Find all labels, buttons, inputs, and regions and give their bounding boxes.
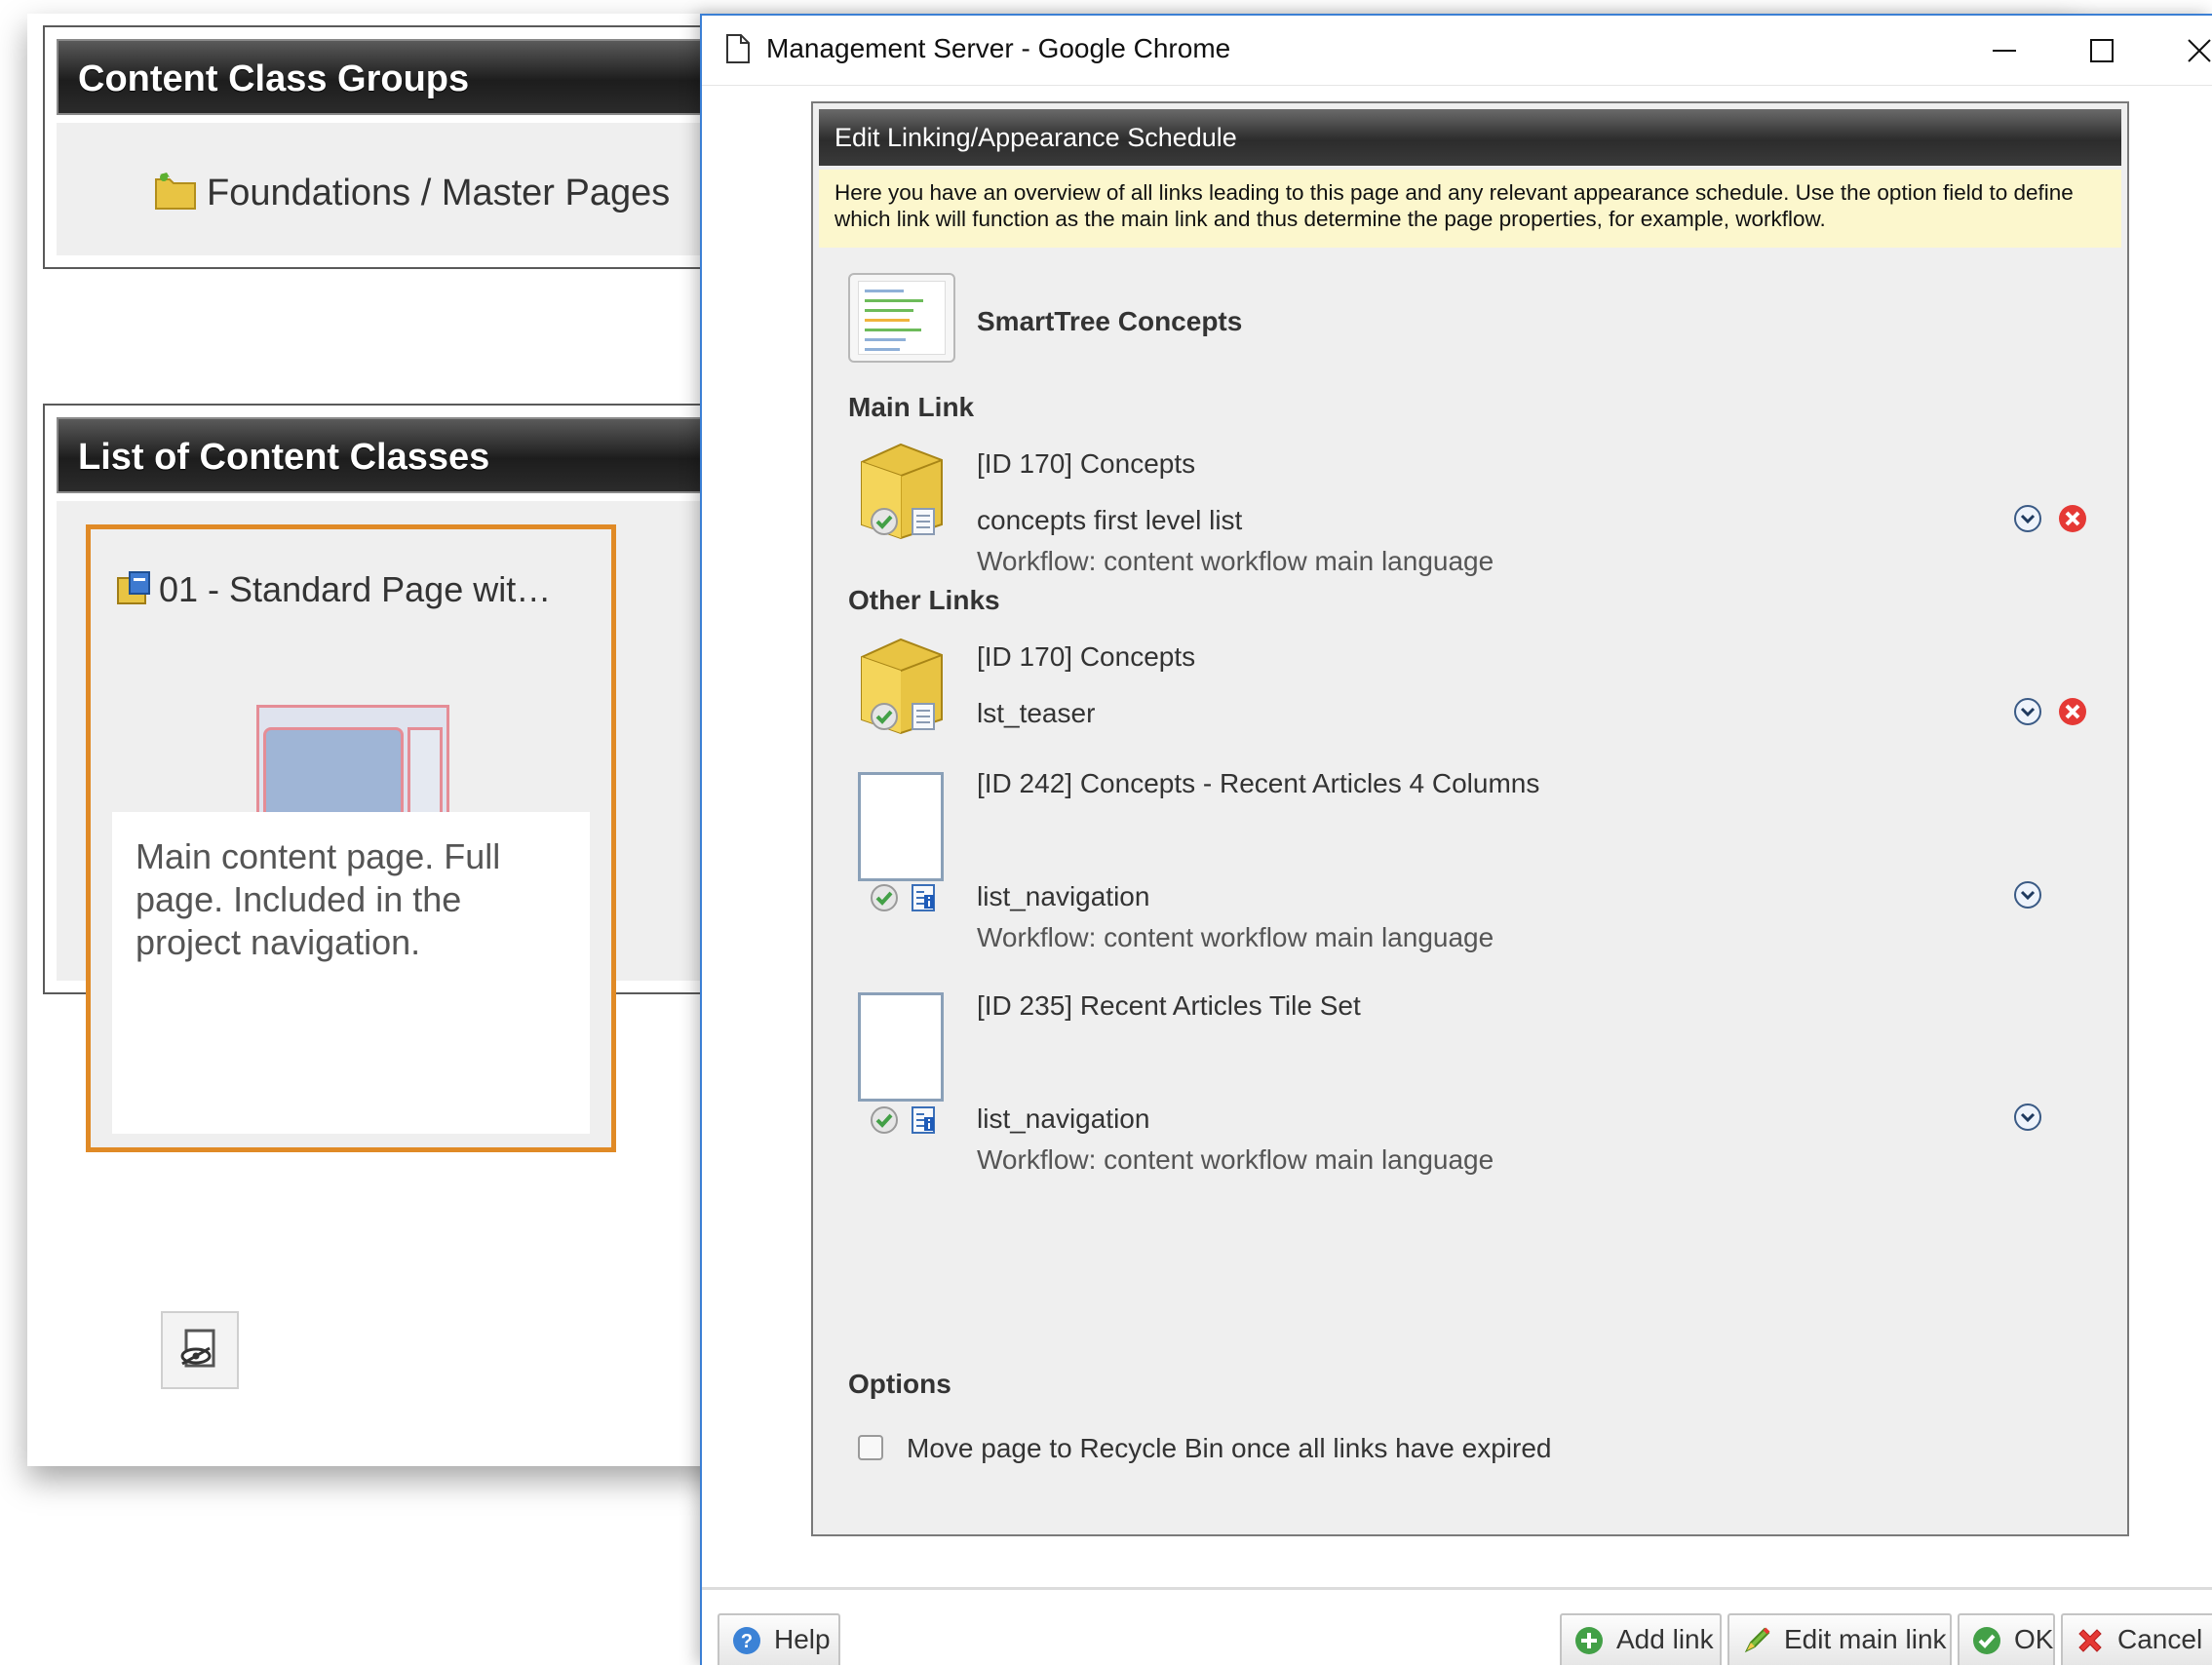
main-link-title: Main Link [848, 392, 975, 422]
recycle-bin-checkbox[interactable] [858, 1435, 883, 1460]
content-class-title-text: 01 - Standard Page wit… [159, 569, 552, 609]
svg-text:?: ? [741, 1631, 753, 1652]
main-link-workflow: Workflow: content workflow main language [977, 546, 1494, 576]
other-link-name: list_navigation [977, 881, 1150, 911]
other-link-workflow: Workflow: content workflow main language [977, 922, 1494, 952]
add-icon [1575, 1627, 1603, 1654]
edit-linking-dialog: Edit Linking/Appearance Schedule Here yo… [811, 101, 2129, 1536]
status-ok-icon [871, 884, 898, 911]
preview-button[interactable] [161, 1311, 239, 1389]
maximize-button[interactable] [2053, 16, 2151, 86]
options-title: Options [848, 1369, 951, 1399]
page-thumbnail-icon [848, 273, 955, 363]
empty-page-icon [858, 772, 944, 881]
status-ok-icon [871, 703, 898, 730]
cancel-button[interactable]: Cancel [2061, 1613, 2212, 1665]
preview-icon [180, 1329, 215, 1368]
ok-label: OK [2014, 1624, 2054, 1654]
main-link-name: concepts first level list [977, 505, 1243, 535]
list-icon [912, 703, 935, 730]
add-link-button[interactable]: Add link [1560, 1613, 1722, 1665]
window-titlebar[interactable]: Management Server - Google Chrome [702, 16, 2212, 86]
window-title: Management Server - Google Chrome [766, 33, 1231, 63]
recycle-bin-label: Move page to Recycle Bin once all links … [907, 1433, 1552, 1463]
expand-icon[interactable] [2012, 696, 2043, 727]
close-button[interactable] [2151, 16, 2212, 86]
dialog-header: Edit Linking/Appearance Schedule [819, 109, 2121, 166]
content-class-card[interactable]: 01 - Standard Page wit… Main content pag… [86, 524, 616, 1389]
delete-icon[interactable] [2057, 503, 2088, 534]
expand-icon[interactable] [2012, 503, 2043, 534]
minimize-button[interactable] [1956, 16, 2053, 86]
content-class-description: Main content page. Full page. Included i… [136, 836, 501, 962]
minimize-icon [1993, 50, 2016, 52]
info-bar: Here you have an overview of all links l… [819, 170, 2121, 248]
status-ok-icon [871, 1106, 898, 1134]
expand-icon[interactable] [2012, 879, 2043, 910]
folder-icon [155, 173, 196, 210]
list-info-icon [912, 884, 935, 911]
expand-icon[interactable] [2012, 1102, 2043, 1133]
group-item-label: Foundations / Master Pages [207, 173, 671, 213]
other-links-title: Other Links [848, 585, 1000, 615]
ok-button[interactable]: OK [1958, 1613, 2055, 1665]
help-icon: ? [733, 1627, 760, 1654]
other-link-workflow: Workflow: content workflow main language [977, 1144, 1494, 1175]
other-link-name: list_navigation [977, 1104, 1150, 1134]
close-icon [2188, 39, 2211, 62]
chrome-popup-window: Management Server - Google Chrome Edit L… [700, 14, 2212, 1665]
pencil-icon [1744, 1627, 1770, 1653]
group-item-foundations[interactable]: Foundations / Master Pages [154, 172, 670, 214]
page-icon [726, 34, 750, 63]
help-button[interactable]: ? Help [718, 1613, 840, 1665]
edit-main-link-button[interactable]: Edit main link [1727, 1613, 1952, 1665]
cancel-label: Cancel [2117, 1624, 2203, 1654]
list-info-icon [912, 1106, 935, 1134]
other-link-name: lst_teaser [977, 698, 1096, 728]
other-link-target: [ID 170] Concepts [977, 641, 1196, 672]
content-class-icon [117, 571, 150, 604]
dialog-footer: ? Help Add link Edit main link OK Cancel [702, 1587, 2212, 1665]
main-link-target: [ID 170] Concepts [977, 448, 1196, 479]
other-link-target: [ID 242] Concepts - Recent Articles 4 Co… [977, 768, 1540, 798]
other-link-target: [ID 235] Recent Articles Tile Set [977, 990, 1361, 1021]
edit-main-link-label: Edit main link [1784, 1624, 1947, 1654]
page-title: SmartTree Concepts [977, 306, 1243, 336]
delete-icon[interactable] [2057, 696, 2088, 727]
content-class-description-box: Main content page. Full page. Included i… [112, 812, 590, 1389]
check-icon [1973, 1627, 2000, 1654]
add-link-label: Add link [1616, 1624, 1714, 1654]
help-label: Help [774, 1624, 831, 1654]
maximize-icon [2090, 39, 2114, 62]
empty-page-icon [858, 992, 944, 1102]
list-icon [912, 508, 935, 535]
status-ok-icon [871, 508, 898, 535]
cancel-icon [2078, 1629, 2102, 1652]
content-class-title: 01 - Standard Page wit… [114, 568, 551, 610]
